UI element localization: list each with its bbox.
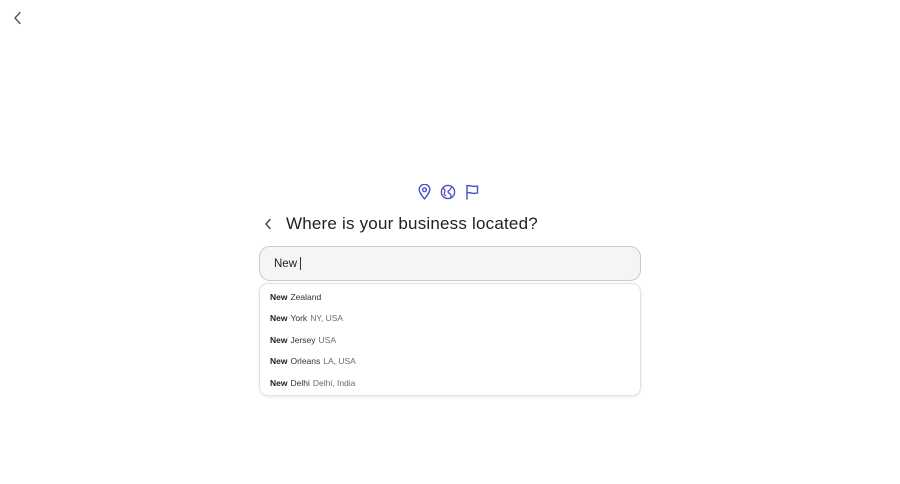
suggestion-name: Orleans (290, 356, 321, 367)
suggestion-match: New (270, 334, 288, 345)
suggestion-region: USA (318, 334, 337, 345)
chevron-left-icon (265, 218, 271, 230)
text-caret (300, 257, 302, 270)
suggestion-new-jersey[interactable]: New Jersey USA (260, 329, 640, 351)
suggestion-name: York (290, 313, 308, 324)
search-input-value: New (274, 257, 298, 270)
chevron-left-icon (14, 11, 21, 25)
suggestion-match: New (270, 377, 288, 388)
step-icons (416, 183, 480, 201)
suggestion-match: New (270, 291, 288, 302)
suggestion-new-york[interactable]: New York NY, USA (260, 308, 640, 330)
question-back-button[interactable] (260, 214, 276, 234)
suggestion-new-delhi[interactable]: New Delhi Delhi, India (260, 372, 640, 394)
suggestion-name: Delhi (290, 377, 310, 388)
suggestion-dropdown: New Zealand New York NY, USA New Jersey … (259, 283, 641, 396)
flag-icon (464, 183, 480, 201)
suggestion-new-orleans[interactable]: New Orleans LA, USA (260, 351, 640, 373)
suggestion-name: Zealand (290, 291, 322, 302)
suggestion-region: Delhi, India (312, 377, 356, 388)
suggestion-region: LA, USA (323, 356, 356, 367)
suggestion-new-zealand[interactable]: New Zealand (260, 286, 640, 308)
globe-icon (440, 183, 456, 201)
suggestion-region: NY, USA (310, 313, 344, 324)
back-button[interactable] (9, 9, 27, 27)
suggestion-match: New (270, 313, 288, 324)
map-pin-icon (416, 183, 432, 201)
question-title: Where is your business located? (286, 214, 538, 233)
suggestion-match: New (270, 356, 288, 367)
question-header: Where is your business located? (260, 212, 538, 236)
location-search-input[interactable]: New (259, 246, 641, 281)
suggestion-name: Jersey (290, 334, 316, 345)
